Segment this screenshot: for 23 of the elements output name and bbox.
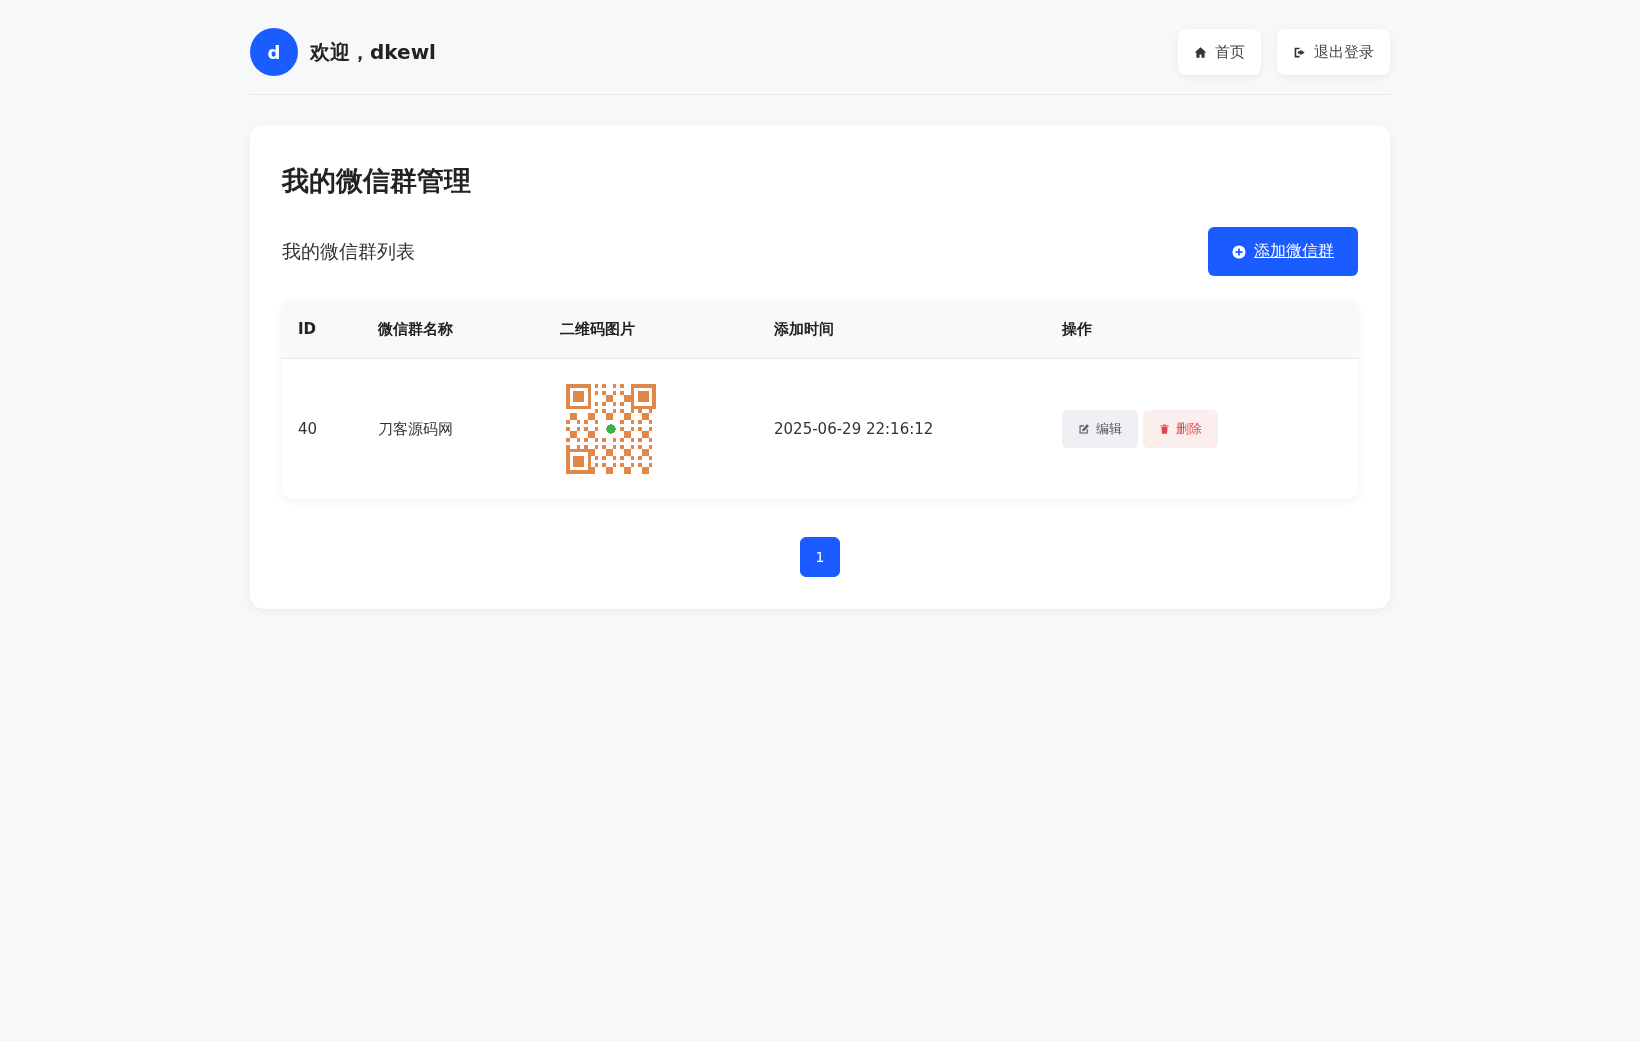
pencil-icon [1078,423,1090,435]
edit-button[interactable]: 编辑 [1062,410,1138,448]
table-cell: 2025-06-29 22:16:12 [774,420,934,438]
column-header: 添加时间 [774,319,834,338]
list-subtitle: 我的微信群列表 [282,238,415,264]
table-cell: 刀客源码网 [378,419,453,438]
column-header: ID [298,320,317,338]
trash-icon [1159,423,1170,435]
logout-button[interactable]: 退出登录 [1277,29,1390,75]
welcome-text: 欢迎，dkewl [310,38,436,66]
delete-button[interactable]: 删除 [1143,410,1218,448]
plus-circle-icon [1232,244,1246,259]
page-title: 我的微信群管理 [282,164,472,198]
house-icon [1194,45,1207,59]
user-avatar: d [250,28,298,76]
column-header: 微信群名称 [378,319,453,338]
table-cell: 40 [298,420,318,438]
home-button[interactable]: 首页 [1178,29,1261,75]
column-header: 二维码图片 [560,319,635,338]
exit-icon [1293,45,1306,59]
page-button[interactable]: 1 [800,537,840,577]
add-group-button[interactable]: 添加微信群 [1208,227,1358,276]
column-header: 操作 [1062,319,1092,338]
